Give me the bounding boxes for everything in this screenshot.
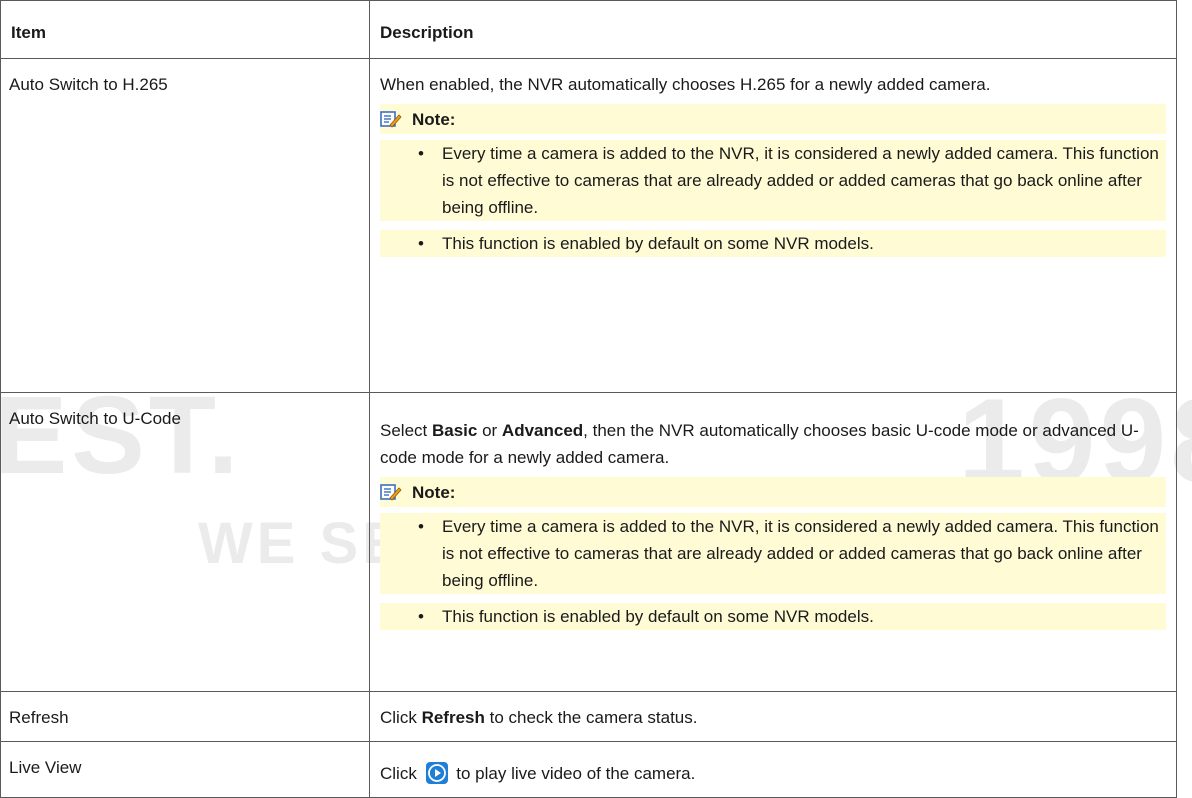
header-description: Description (369, 0, 1177, 59)
table-row: Auto Switch to U-Code Select Basic or Ad… (0, 392, 1177, 692)
note-label: Note: (412, 482, 456, 502)
desc-part: Click (380, 764, 422, 783)
desc-part: to check the camera status. (484, 708, 698, 727)
note-label: Note: (412, 109, 456, 129)
table-row: Auto Switch to H.265 When enabled, the N… (0, 58, 1177, 393)
desc-bold-basic: Basic (431, 421, 478, 440)
header-item: Item (0, 0, 370, 59)
desc-text: Select Basic or Advanced, then the NVR a… (380, 417, 1166, 471)
desc-bold-advanced: Advanced (501, 421, 584, 440)
note-item: Every time a camera is added to the NVR,… (380, 140, 1166, 221)
row-item-h265: Auto Switch to H.265 (0, 58, 370, 393)
table-row: Refresh Click Refresh to check the camer… (0, 691, 1177, 742)
row-item-liveview: Live View (0, 741, 370, 798)
desc-part: or (477, 421, 502, 440)
row-desc-liveview: Click to play live video of the camera. (369, 741, 1177, 798)
desc-part: Click (380, 708, 422, 727)
note-item: This function is enabled by default on s… (380, 603, 1166, 630)
note-icon (380, 111, 402, 128)
row-desc-refresh: Click Refresh to check the camera status… (369, 691, 1177, 742)
table-row: Live View Click to play live video of th… (0, 741, 1177, 798)
desc-bold-refresh: Refresh (421, 708, 485, 727)
note-list: Every time a camera is added to the NVR,… (380, 513, 1166, 630)
note-heading: Note: (380, 104, 1166, 134)
note-item: This function is enabled by default on s… (380, 230, 1166, 257)
note-heading: Note: (380, 477, 1166, 507)
note-item: Every time a camera is added to the NVR,… (380, 513, 1166, 594)
desc-text: When enabled, the NVR automatically choo… (380, 75, 991, 94)
row-desc-h265: When enabled, the NVR automatically choo… (369, 58, 1177, 393)
row-desc-ucode: Select Basic or Advanced, then the NVR a… (369, 392, 1177, 692)
note-list: Every time a camera is added to the NVR,… (380, 140, 1166, 257)
row-item-ucode: Auto Switch to U-Code (0, 392, 370, 692)
parameter-table: Item Description Auto Switch to H.265 Wh… (0, 0, 1177, 798)
desc-part: Select (380, 421, 432, 440)
desc-part: to play live video of the camera. (451, 764, 696, 783)
row-item-refresh: Refresh (0, 691, 370, 742)
play-circle-icon (425, 762, 448, 784)
table-header-row: Item Description (0, 0, 1177, 59)
note-icon (380, 484, 402, 501)
